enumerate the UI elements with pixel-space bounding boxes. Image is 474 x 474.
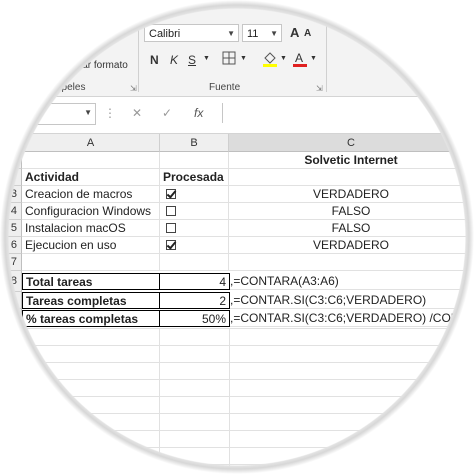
fx-icon[interactable]: fx [194, 106, 203, 120]
cell-c5[interactable]: FALSO [229, 220, 474, 237]
name-box[interactable]: ▼ [22, 103, 96, 125]
grid-line [229, 328, 230, 474]
cell-a4[interactable]: Configuracion Windows [22, 203, 160, 220]
checkbox-unchecked[interactable] [166, 206, 176, 216]
borders-icon [222, 51, 236, 65]
font-color-icon: A [293, 51, 307, 67]
cell-b7[interactable] [160, 254, 229, 271]
dialog-launcher-icon[interactable]: ⇲ [316, 84, 323, 93]
chevron-down-icon[interactable]: ▼ [203, 55, 210, 62]
empty-grid[interactable] [22, 328, 474, 474]
font-group-label: Fuente [209, 82, 241, 93]
row-header[interactable]: 6 [0, 237, 22, 254]
cell-b2-header[interactable]: Procesada [160, 169, 229, 186]
chevron-down-icon: ▼ [227, 29, 235, 38]
chevron-down-icon: ▼ [84, 108, 92, 117]
italic-button[interactable]: K [170, 53, 178, 67]
cell-c9[interactable]: ,=CONTAR.SI(C3:C6;VERDADERO) [230, 292, 474, 309]
cell-c6[interactable]: VERDADERO [229, 237, 474, 254]
row-header[interactable] [0, 292, 22, 309]
checkbox-unchecked[interactable] [166, 223, 176, 233]
formula-input[interactable] [222, 103, 474, 123]
cell-c3[interactable]: VERDADERO [229, 186, 474, 203]
column-header-c[interactable]: C [229, 134, 474, 152]
row-header[interactable]: 3 [0, 186, 22, 203]
cell-b8[interactable]: 4 [159, 273, 230, 290]
fill-color-button[interactable] [262, 50, 278, 71]
row-header-empty [0, 327, 22, 474]
format-painter-label[interactable]: iar formato [80, 60, 128, 71]
more-icon: ⋮ [104, 106, 116, 120]
cell-a5[interactable]: Instalacion macOS [22, 220, 160, 237]
checkbox-checked[interactable] [166, 240, 176, 250]
cell-b10[interactable]: 50% [159, 310, 230, 327]
font-size-value: 11 [247, 28, 259, 40]
cell-a3[interactable]: Creacion de macros [22, 186, 160, 203]
font-name-value: Calibri [149, 28, 181, 40]
select-all-corner[interactable] [0, 134, 22, 152]
shrink-font-button[interactable]: A [304, 28, 311, 39]
cancel-icon[interactable]: ✕ [132, 106, 142, 120]
cell-a2-header[interactable]: Actividad [22, 169, 160, 186]
ribbon: Calibri ▼ 11 ▼ A A N K S ▼ ▼ ▼ A ▼ iar f… [0, 0, 474, 97]
cell-b1[interactable] [160, 152, 229, 169]
clipboard-group-label: apeles [56, 82, 86, 93]
cell-c7[interactable] [229, 254, 474, 271]
chevron-down-icon: ▼ [270, 29, 278, 38]
cell-b4[interactable] [160, 203, 229, 220]
cell-a8[interactable]: Total tareas [22, 273, 160, 290]
checkbox-checked[interactable] [166, 189, 176, 199]
group-separator [138, 22, 139, 92]
underline-button[interactable]: S [188, 53, 196, 67]
row-header[interactable]: 4 [0, 203, 22, 220]
cell-b5[interactable] [160, 220, 229, 237]
spreadsheet-window: Calibri ▼ 11 ▼ A A N K S ▼ ▼ ▼ A ▼ iar f… [0, 0, 474, 474]
grow-font-button[interactable]: A [290, 25, 299, 40]
row-header[interactable]: 7 [0, 254, 22, 271]
dialog-launcher-icon[interactable]: ⇲ [130, 84, 137, 93]
row-header[interactable] [0, 152, 22, 169]
chevron-down-icon[interactable]: ▼ [310, 55, 317, 62]
enter-icon[interactable]: ✓ [162, 106, 172, 120]
chevron-down-icon[interactable]: ▼ [280, 55, 287, 62]
cell-b3[interactable] [160, 186, 229, 203]
cell-c4[interactable]: FALSO [229, 203, 474, 220]
row-header[interactable] [0, 169, 22, 186]
fill-bucket-icon [263, 52, 277, 67]
row-header[interactable] [0, 309, 22, 327]
row-header[interactable]: 5 [0, 220, 22, 237]
column-header-b[interactable]: B [160, 134, 229, 152]
svg-text:A: A [295, 51, 303, 65]
group-separator [326, 22, 327, 92]
cell-a9[interactable]: Tareas completas [22, 292, 160, 309]
bold-button[interactable]: N [150, 53, 159, 67]
grid-line [159, 328, 160, 474]
cell-c10[interactable]: ,=CONTAR.SI(C3:C6;VERDADERO) /CONTA [230, 310, 474, 327]
cell-c8[interactable]: ,=CONTARA(A3:A6) [230, 273, 474, 290]
cell-b9[interactable]: 2 [159, 292, 230, 309]
font-name-select[interactable]: Calibri ▼ [144, 24, 239, 42]
cell-a7[interactable] [22, 254, 160, 271]
font-size-select[interactable]: 11 ▼ [242, 24, 282, 42]
cell-a1[interactable] [22, 152, 160, 169]
cell-b6[interactable] [160, 237, 229, 254]
cell-a6[interactable]: Ejecucion en uso [22, 237, 160, 254]
cell-c2[interactable] [229, 169, 474, 186]
font-color-button[interactable]: A [292, 50, 308, 71]
chevron-down-icon[interactable]: ▼ [240, 55, 247, 62]
cell-c1-title[interactable]: Solvetic Internet [229, 152, 474, 169]
cell-a10[interactable]: % tareas completas [22, 310, 160, 327]
column-header-a[interactable]: A [22, 134, 160, 152]
borders-button[interactable] [222, 51, 236, 68]
row-header[interactable]: 8 [0, 271, 22, 292]
